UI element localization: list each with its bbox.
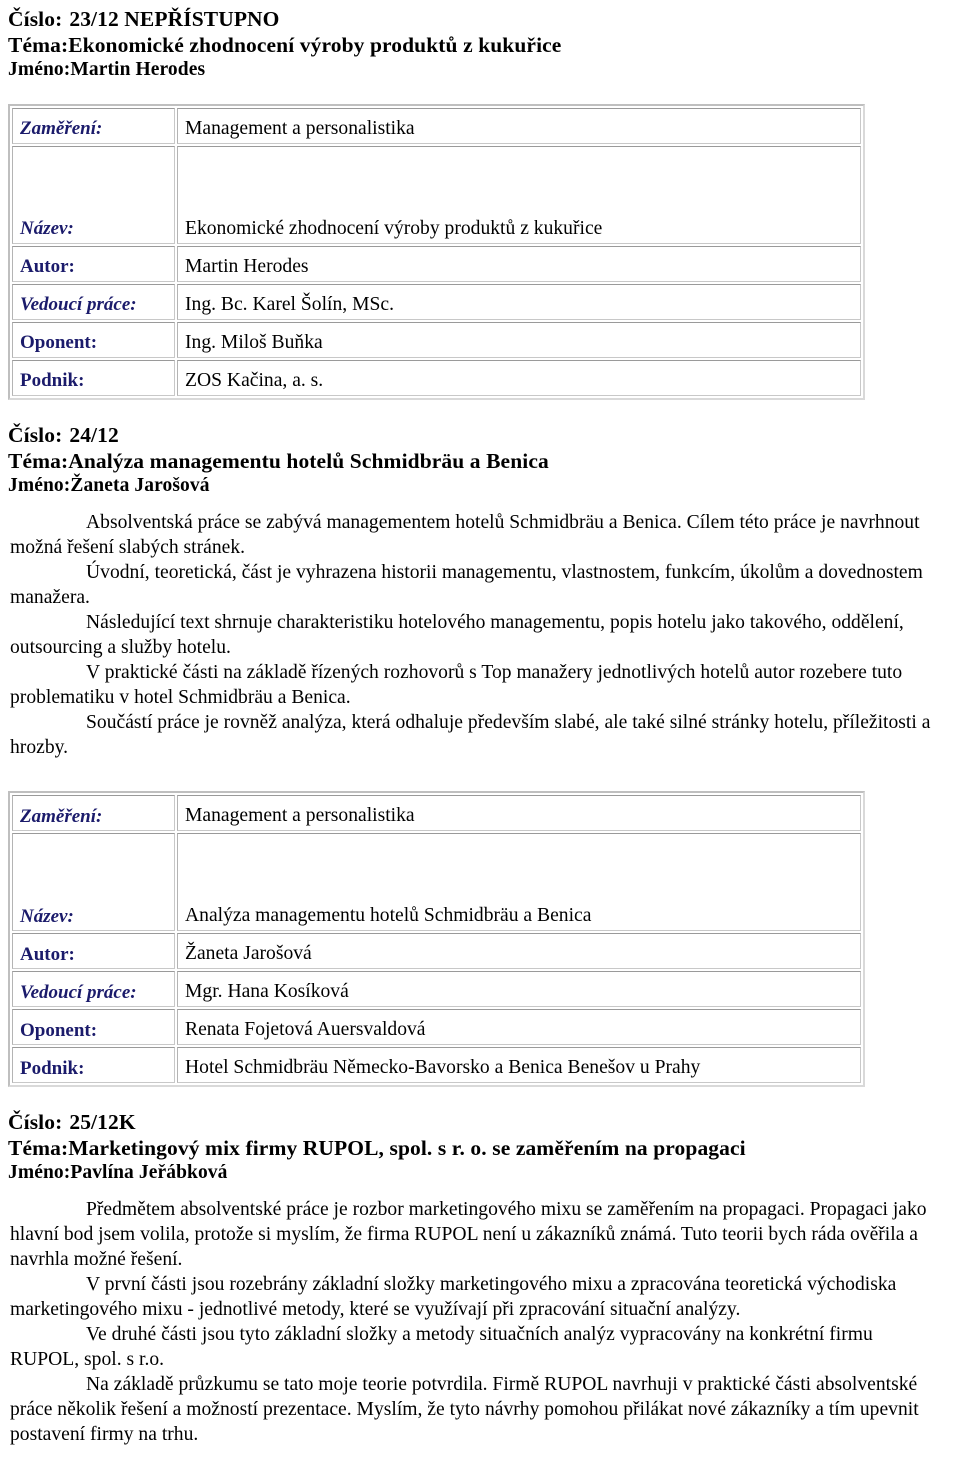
label-jmeno-2: Jméno:	[8, 474, 71, 496]
abstract-paragraph: Součástí práce je rovněž analýza, která …	[10, 711, 931, 758]
label-jmeno-1: Jméno:	[8, 59, 71, 80]
label-oponent-2: Oponent:	[12, 1008, 175, 1045]
record-abstract-2: Absolventská práce se zabývá managemente…	[8, 511, 952, 761]
record-info-table-2: Zaměření: Management a personalistika Ná…	[8, 790, 865, 1087]
label-oponent-1: Oponent:	[12, 321, 175, 358]
value-nazev-1: Ekonomické zhodnocení výroby produktů z …	[177, 145, 861, 244]
label-tema-1: Téma:	[8, 33, 69, 57]
value-podnik-2: Hotel Schmidbräu Německo-Bavorsko a Beni…	[177, 1046, 861, 1083]
record-jmeno-line-1: Jméno:Martin Herodes	[8, 58, 952, 82]
label-vedouci-2: Vedoucí práce:	[12, 970, 175, 1007]
abstract-paragraph: V první části jsou rozebrány základní sl…	[10, 1274, 897, 1321]
label-zamereni-2: Zaměření:	[12, 794, 175, 831]
label-cislo-2: Číslo:	[8, 422, 63, 447]
table-row: Podnik: Hotel Schmidbräu Německo-Bavorsk…	[12, 1046, 861, 1083]
value-vedouci-1: Ing. Bc. Karel Šolín, MSc.	[177, 283, 861, 320]
value-autor-2: Žaneta Jarošová	[177, 932, 861, 969]
abstract-paragraph: Absolventská práce se zabývá managemente…	[10, 512, 920, 559]
value-jmeno-3: Pavlína Jeřábková	[70, 1161, 228, 1183]
abstract-paragraph: Na základě průzkumu se tato moje teorie …	[10, 1374, 919, 1446]
table-row: Název: Analýza managementu hotelů Schmid…	[12, 832, 861, 931]
label-nazev-1: Název:	[12, 145, 175, 244]
table-row: Oponent: Ing. Miloš Buňka	[12, 321, 861, 358]
label-autor-1: Autor:	[12, 245, 175, 282]
record-cislo-line-3: Číslo: 25/12K	[8, 1109, 952, 1135]
label-jmeno-3: Jméno:	[8, 1161, 71, 1183]
label-podnik-2: Podnik:	[12, 1046, 175, 1083]
label-zamereni-1: Zaměření:	[12, 107, 175, 144]
abstract-paragraph: Ve druhé části jsou tyto základní složky…	[10, 1324, 873, 1371]
record-cislo-line-1: Číslo: 23/12 NEPŘÍSTUPNO	[8, 6, 952, 32]
value-tema-2: Analýza managementu hotelů Schmidbräu a …	[68, 448, 549, 473]
record-cislo-line-2: Číslo: 24/12	[8, 422, 952, 448]
label-autor-2: Autor:	[12, 932, 175, 969]
record-heading-3: Číslo: 25/12K Téma:Marketingový mix firmy…	[8, 1109, 952, 1185]
record-abstract-3: Předmětem absolventské práce je rozbor m…	[8, 1198, 952, 1448]
table-row: Název: Ekonomické zhodnocení výroby prod…	[12, 145, 861, 244]
label-cislo-3: Číslo:	[8, 1109, 63, 1134]
document-page: Číslo: 23/12 NEPŘÍSTUPNO Téma:Ekonomické …	[0, 0, 960, 1448]
value-jmeno-2: Žaneta Jarošová	[70, 474, 210, 496]
value-oponent-2: Renata Fojetová Auersvaldová	[177, 1008, 861, 1045]
table-row: Vedoucí práce: Ing. Bc. Karel Šolín, MSc…	[12, 283, 861, 320]
table-row: Zaměření: Management a personalistika	[12, 107, 861, 144]
value-jmeno-1: Martin Herodes	[70, 59, 206, 80]
value-zamereni-2: Management a personalistika	[177, 794, 861, 831]
abstract-paragraph: V praktické části na základě řízených ro…	[10, 662, 903, 708]
abstract-paragraph: Následující text shrnuje charakteristiku…	[10, 612, 904, 659]
label-tema-3: Téma:	[8, 1135, 69, 1160]
table-row: Podnik: ZOS Kačina, a. s.	[12, 359, 861, 396]
value-tema-3: Marketingový mix firmy RUPOL, spol. s r.…	[68, 1135, 746, 1160]
table-row: Autor: Martin Herodes	[12, 245, 861, 282]
table-row: Zaměření: Management a personalistika	[12, 794, 861, 831]
label-nazev-2: Název:	[12, 832, 175, 931]
table-row: Oponent: Renata Fojetová Auersvaldová	[12, 1008, 861, 1045]
label-podnik-1: Podnik:	[12, 359, 175, 396]
value-vedouci-2: Mgr. Hana Kosíková	[177, 970, 861, 1007]
label-cislo-1: Číslo:	[8, 7, 63, 31]
abstract-paragraph: Předmětem absolventské práce je rozbor m…	[10, 1199, 927, 1271]
value-tema-1: Ekonomické zhodnocení výroby produktů z …	[68, 33, 562, 57]
value-cislo-3: 25/12K	[69, 1109, 136, 1134]
record-tema-line-1: Téma:Ekonomické zhodnocení výroby produk…	[8, 32, 952, 58]
value-zamereni-1: Management a personalistika	[177, 107, 861, 144]
table-row: Autor: Žaneta Jarošová	[12, 932, 861, 969]
table-row: Vedoucí práce: Mgr. Hana Kosíková	[12, 970, 861, 1007]
record-heading-2: Číslo: 24/12 Téma:Analýza managementu hot…	[8, 422, 952, 498]
record-jmeno-line-2: Jméno:Žaneta Jarošová	[8, 474, 952, 498]
value-nazev-2: Analýza managementu hotelů Schmidbräu a …	[177, 832, 861, 931]
value-cislo-2: 24/12	[69, 422, 119, 447]
label-tema-2: Téma:	[8, 448, 69, 473]
record-tema-line-3: Téma:Marketingový mix firmy RUPOL, spol.…	[8, 1135, 952, 1161]
value-oponent-1: Ing. Miloš Buňka	[177, 321, 861, 358]
record-jmeno-line-3: Jméno:Pavlína Jeřábková	[8, 1161, 952, 1185]
record-tema-line-2: Téma:Analýza managementu hotelů Schmidbr…	[8, 448, 952, 474]
abstract-paragraph: Úvodní, teoretická, část je vyhrazena hi…	[10, 562, 923, 609]
label-vedouci-1: Vedoucí práce:	[12, 283, 175, 320]
value-autor-1: Martin Herodes	[177, 245, 861, 282]
record-info-table-1: Zaměření: Management a personalistika Ná…	[8, 103, 865, 400]
value-podnik-1: ZOS Kačina, a. s.	[177, 359, 861, 396]
value-cislo-1: 23/12 NEPŘÍSTUPNO	[69, 7, 280, 31]
record-heading-1: Číslo: 23/12 NEPŘÍSTUPNO Téma:Ekonomické …	[8, 6, 952, 82]
